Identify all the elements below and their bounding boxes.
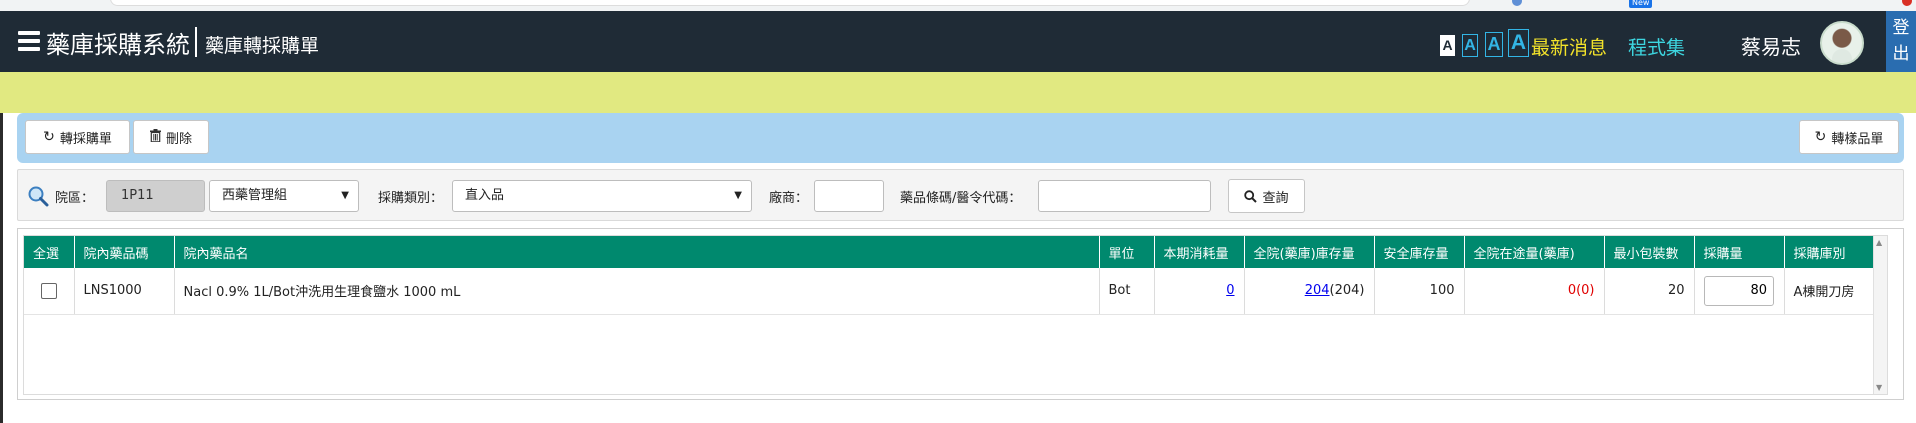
notice-band <box>0 72 1916 113</box>
col-safety-stock[interactable]: 安全庫存量 <box>1374 236 1465 268</box>
row-checkbox[interactable] <box>40 282 57 299</box>
purchase-type-select[interactable]: 直入品 ▼ <box>452 180 752 212</box>
refresh-icon: ↻ <box>43 129 55 145</box>
col-drug-code[interactable]: 院內藥品碼 <box>74 236 175 268</box>
consumption-link[interactable]: 0 <box>1226 283 1234 298</box>
sample-button-label: 轉樣品單 <box>1831 131 1884 147</box>
filter-bar: 院區： 1P11 西藥管理組 ▼ 採購類別： 直入品 ▼ 廠商： 藥品條碼/醫令… <box>17 169 1904 221</box>
scroll-down-icon[interactable]: ▼ <box>1876 383 1882 392</box>
latest-news-link[interactable]: 最新消息 <box>1531 33 1607 60</box>
profile-icon[interactable] <box>1902 0 1912 6</box>
transfer-to-purchase-button[interactable]: ↻ 轉採購單 <box>25 120 130 154</box>
campus-label: 院區： <box>55 191 95 206</box>
avatar[interactable] <box>1820 21 1864 65</box>
transfer-button-label: 轉採購單 <box>59 131 112 147</box>
row-select-cell <box>24 268 75 315</box>
logout-label-1: 登 <box>1892 18 1910 38</box>
purchase-qty-input[interactable] <box>1704 275 1774 306</box>
drug-code-input[interactable] <box>1038 180 1211 212</box>
table-row: LNS1000 Nacl 0.9% 1L/Bot沖洗用生理食鹽水 1000 mL… <box>24 268 1887 315</box>
col-purchase-qty[interactable]: 採購量 <box>1694 236 1785 268</box>
scroll-up-icon[interactable]: ▲ <box>1876 238 1882 247</box>
app-title: 藥庫採購系統 <box>46 31 190 59</box>
new-badge: New <box>1629 0 1653 8</box>
query-button-label: 查詢 <box>1262 190 1289 206</box>
stock-cell: 204(204) <box>1244 268 1375 315</box>
caret-down-icon: ▼ <box>341 190 349 201</box>
extension-icon[interactable] <box>1512 0 1522 6</box>
vendor-input[interactable] <box>814 180 884 212</box>
col-consumption[interactable]: 本期消耗量 <box>1154 236 1245 268</box>
col-stock[interactable]: 全院(藥庫)庫存量 <box>1244 236 1375 268</box>
transfer-to-sample-button[interactable]: ↻ 轉樣品單 <box>1799 120 1899 154</box>
drug-name-cell: Nacl 0.9% 1L/Bot沖洗用生理食鹽水 1000 mL <box>174 268 1100 315</box>
min-pack-cell: 20 <box>1604 268 1695 315</box>
purchase-type-label: 採購類別： <box>378 191 444 206</box>
font-size-medium-button[interactable]: A <box>1462 34 1478 57</box>
programs-link[interactable]: 程式集 <box>1628 33 1685 60</box>
col-drug-name[interactable]: 院內藥品名 <box>174 236 1100 268</box>
drug-code-cell: LNS1000 <box>74 268 175 315</box>
campus-field: 1P11 <box>106 180 205 212</box>
trash-icon <box>149 129 161 145</box>
drug-code-label: 藥品條碼/醫令代碼： <box>900 191 1022 206</box>
user-name: 蔡易志 <box>1741 35 1801 59</box>
delete-button-label: 刪除 <box>165 131 192 147</box>
action-toolbar: ↻ 轉採購單 刪除 ↻ 轉樣品單 <box>17 113 1904 163</box>
results-grid: 全選 院內藥品碼 院內藥品名 單位 本期消耗量 全院(藥庫)庫存量 安全庫存量 … <box>23 235 1888 395</box>
refresh-icon: ↻ <box>1814 129 1827 145</box>
vertical-scrollbar[interactable]: ▲ ▼ <box>1873 236 1887 394</box>
query-button[interactable]: 查詢 <box>1228 179 1305 213</box>
page-title: 藥庫轉採購單 <box>205 35 320 57</box>
top-navbar: 藥庫採購系統 藥庫轉採購單 A A A A 最新消息 程式集 蔡易志 登 出 <box>0 11 1916 72</box>
table-header-row: 全選 院內藥品碼 院內藥品名 單位 本期消耗量 全院(藥庫)庫存量 安全庫存量 … <box>24 236 1887 268</box>
purchase-type-value: 直入品 <box>465 188 505 203</box>
logout-label-2: 出 <box>1892 44 1910 64</box>
stock-paren: (204) <box>1329 283 1365 299</box>
font-size-large-button[interactable]: A <box>1485 32 1503 57</box>
magnifier-icon <box>28 186 49 207</box>
delete-button[interactable]: 刪除 <box>133 120 209 154</box>
results-table: 全選 院內藥品碼 院內藥品名 單位 本期消耗量 全院(藥庫)庫存量 安全庫存量 … <box>24 236 1887 315</box>
in-transit-cell: 0(0) <box>1464 268 1605 315</box>
font-size-small-button[interactable]: A <box>1440 35 1455 56</box>
unit-cell: Bot <box>1099 268 1155 315</box>
title-divider <box>195 27 197 57</box>
col-select-all[interactable]: 全選 <box>24 236 75 268</box>
caret-down-icon: ▼ <box>734 190 742 201</box>
group-select[interactable]: 西藥管理組 ▼ <box>209 180 359 212</box>
vendor-label: 廠商： <box>769 191 809 206</box>
purchase-qty-cell <box>1694 268 1785 315</box>
col-unit[interactable]: 單位 <box>1099 236 1155 268</box>
stock-link[interactable]: 204 <box>1305 283 1330 298</box>
group-select-value: 西藥管理組 <box>222 188 288 203</box>
consumption-cell: 0 <box>1154 268 1245 315</box>
logout-button[interactable]: 登 出 <box>1886 11 1916 72</box>
font-size-xlarge-button[interactable]: A <box>1508 29 1529 57</box>
search-icon <box>1244 189 1258 203</box>
safety-stock-cell: 100 <box>1374 268 1465 315</box>
address-bar[interactable] <box>110 0 1470 6</box>
hamburger-menu-icon[interactable] <box>18 31 40 51</box>
col-min-pack[interactable]: 最小包裝數 <box>1604 236 1695 268</box>
col-in-transit[interactable]: 全院在途量(藥庫) <box>1464 236 1605 268</box>
browser-chrome: New <box>0 0 1916 11</box>
results-panel: 全選 院內藥品碼 院內藥品名 單位 本期消耗量 全院(藥庫)庫存量 安全庫存量 … <box>17 228 1904 400</box>
